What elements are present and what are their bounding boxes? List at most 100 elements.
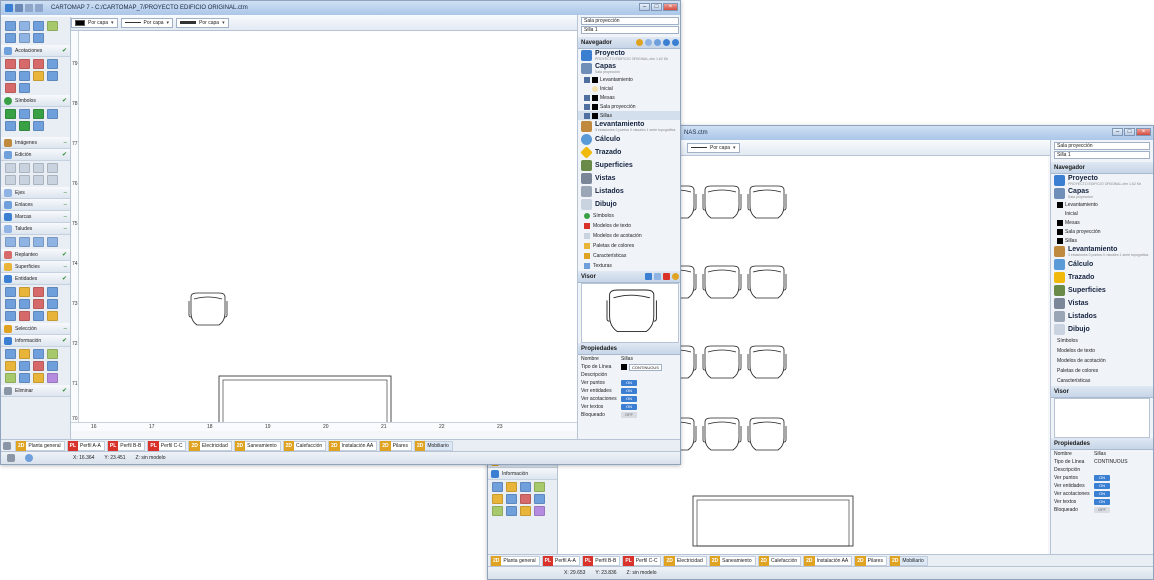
tool-icon[interactable] [19, 361, 30, 371]
tool-icon[interactable] [5, 299, 16, 309]
tool-icon[interactable] [534, 506, 545, 516]
back-tab[interactable]: 2D Planta general [490, 555, 540, 566]
tool-icon[interactable] [5, 287, 16, 297]
tool-icon[interactable] [33, 21, 44, 31]
redo-icon[interactable] [35, 4, 43, 12]
tool-icon[interactable] [520, 482, 531, 492]
back-tab[interactable]: PL Perfil B-B [581, 555, 621, 566]
tool-icon[interactable] [19, 163, 30, 173]
tool-icon[interactable] [47, 299, 58, 309]
back-nav-levantamiento[interactable]: Levantamiento 3 estaciones 0 puntos 0 vis… [1051, 245, 1153, 258]
tool-icon[interactable] [47, 361, 58, 371]
layer-item[interactable]: Inicial [578, 84, 680, 93]
group-acotaciones[interactable]: Acotaciones ✔ [1, 45, 70, 57]
lineweight-combo[interactable]: Por capa ▾ [176, 17, 229, 28]
silla-combo[interactable]: Silla 1 [581, 26, 679, 34]
proyeccion-combo[interactable]: Sala proyección [581, 17, 679, 25]
back-tab[interactable]: 2D Pilares [854, 555, 887, 566]
nav-calculo[interactable]: Cálculo [578, 133, 680, 146]
group-eliminar[interactable]: Eliminar ✔ [1, 385, 70, 397]
close-button[interactable]: × [663, 3, 678, 11]
tool-icon[interactable] [47, 349, 58, 359]
tab-calefaccion[interactable]: 2D Calefacción [282, 440, 327, 451]
nav-modelos-acotacion[interactable]: Modelos de acotación [578, 231, 680, 241]
back-nav-superficies[interactable]: Superficies [1051, 284, 1153, 297]
back-layer-item[interactable]: Sala proyección [1051, 227, 1153, 236]
nav-superficies[interactable]: Superficies [578, 159, 680, 172]
front-titlebar[interactable]: CARTOMAP 7 - C:/CARTOMAP_7/PROYECTO EDIF… [1, 1, 680, 15]
group-taludes[interactable]: Taludes – [1, 223, 70, 235]
tab-saneamiento[interactable]: 2D Saneamiento [233, 440, 281, 451]
tool-icon[interactable] [5, 163, 16, 173]
back-nav-trazado[interactable]: Trazado [1051, 271, 1153, 284]
toggle-switch[interactable]: ON [621, 404, 637, 410]
tool-icon[interactable] [33, 361, 44, 371]
tool-icon[interactable] [5, 83, 16, 93]
eye-icon[interactable] [584, 103, 590, 110]
front-window[interactable]: CARTOMAP 7 - C:/CARTOMAP_7/PROYECTO EDIF… [0, 0, 681, 465]
layer-item[interactable]: Levantamiento [578, 75, 680, 84]
tool-icon[interactable] [506, 494, 517, 504]
back-nav-listados[interactable]: Listados [1051, 310, 1153, 323]
tool-icon[interactable] [47, 311, 58, 321]
tool-icon[interactable] [19, 21, 30, 31]
tab-perfil-aa[interactable]: PL Perfil A-A [66, 440, 105, 451]
nav-paletas[interactable]: Paletas de colores [578, 241, 680, 251]
back-tab[interactable]: 2D Calefacción [757, 555, 802, 566]
back-layer-item[interactable]: Sillas [1051, 236, 1153, 245]
group-seleccion[interactable]: Selección – [1, 323, 70, 335]
maximize-button[interactable]: □ [651, 3, 662, 11]
color-combo[interactable]: Por capa ▾ [71, 17, 118, 28]
tool-icon[interactable] [5, 361, 16, 371]
tool-icon[interactable] [5, 109, 16, 119]
tool-icon[interactable] [534, 482, 545, 492]
tool-icon[interactable] [33, 237, 44, 247]
toggle-switch[interactable]: ON [621, 388, 637, 394]
group-ejes[interactable]: Ejes – [1, 187, 70, 199]
tool-icon[interactable] [33, 163, 44, 173]
group-marcas[interactable]: Marcas – [1, 211, 70, 223]
nav-simbolos[interactable]: Símbolos [578, 211, 680, 221]
toggle-switch[interactable]: ON [621, 380, 637, 386]
back-line-combo[interactable]: Por capa ▾ [687, 142, 740, 153]
back-nav-vistas[interactable]: Vistas [1051, 297, 1153, 310]
visor-preview[interactable] [581, 283, 679, 343]
pin-icon[interactable]: ✔ [62, 387, 67, 394]
tool-icon[interactable] [5, 349, 16, 359]
tab-perfil-cc[interactable]: PL Perfil C-C [147, 440, 187, 451]
tool-icon[interactable] [19, 373, 30, 383]
tool-icon[interactable] [5, 237, 16, 247]
nav-listados[interactable]: Listados [578, 185, 680, 198]
back-group-informacion[interactable]: Información [488, 468, 557, 480]
group-entidades[interactable]: Entidades ✔ [1, 273, 70, 285]
group-informacion[interactable]: Información ✔ [1, 335, 70, 347]
group-superficies[interactable]: Superficies – [1, 261, 70, 273]
tool-icon[interactable] [47, 109, 58, 119]
close-button[interactable]: × [1136, 128, 1151, 136]
tool-icon[interactable] [47, 287, 58, 297]
group-replanteo[interactable]: Replanteo ✔ [1, 249, 70, 261]
save-icon[interactable] [15, 4, 23, 12]
eye-icon[interactable] [584, 112, 590, 119]
tool-icon[interactable] [33, 33, 44, 43]
back-layer-item[interactable]: Mesas [1051, 218, 1153, 227]
back-nav-calculo[interactable]: Cálculo [1051, 258, 1153, 271]
back-nav-small[interactable]: Modelos de acotación [1051, 356, 1153, 366]
back-nav-small[interactable]: Características [1051, 376, 1153, 386]
tool-icon[interactable] [47, 21, 58, 31]
nav-trazado[interactable]: Trazado [578, 146, 680, 159]
back-nav-small[interactable]: Paletas de colores [1051, 366, 1153, 376]
group-enlaces[interactable]: Enlaces – [1, 199, 70, 211]
back-nav-small[interactable]: Modelos de texto [1051, 346, 1153, 356]
tool-icon[interactable] [47, 59, 58, 69]
eye-icon[interactable] [584, 94, 590, 101]
layer-item[interactable]: Mesas [578, 93, 680, 102]
proyeccion-combos[interactable]: Sala proyección Silla 1 [581, 17, 679, 35]
back-nav-capas[interactable]: Capas Sala proyección [1051, 187, 1153, 200]
group-simbolos[interactable]: Símbolos ✔ [1, 95, 70, 107]
target-icon[interactable] [25, 454, 33, 462]
undo-icon[interactable] [25, 4, 33, 12]
back-tab[interactable]: 2D Saneamiento [708, 555, 756, 566]
back-tab[interactable]: 2D Electricidad [663, 555, 707, 566]
tool-icon[interactable] [47, 175, 58, 185]
